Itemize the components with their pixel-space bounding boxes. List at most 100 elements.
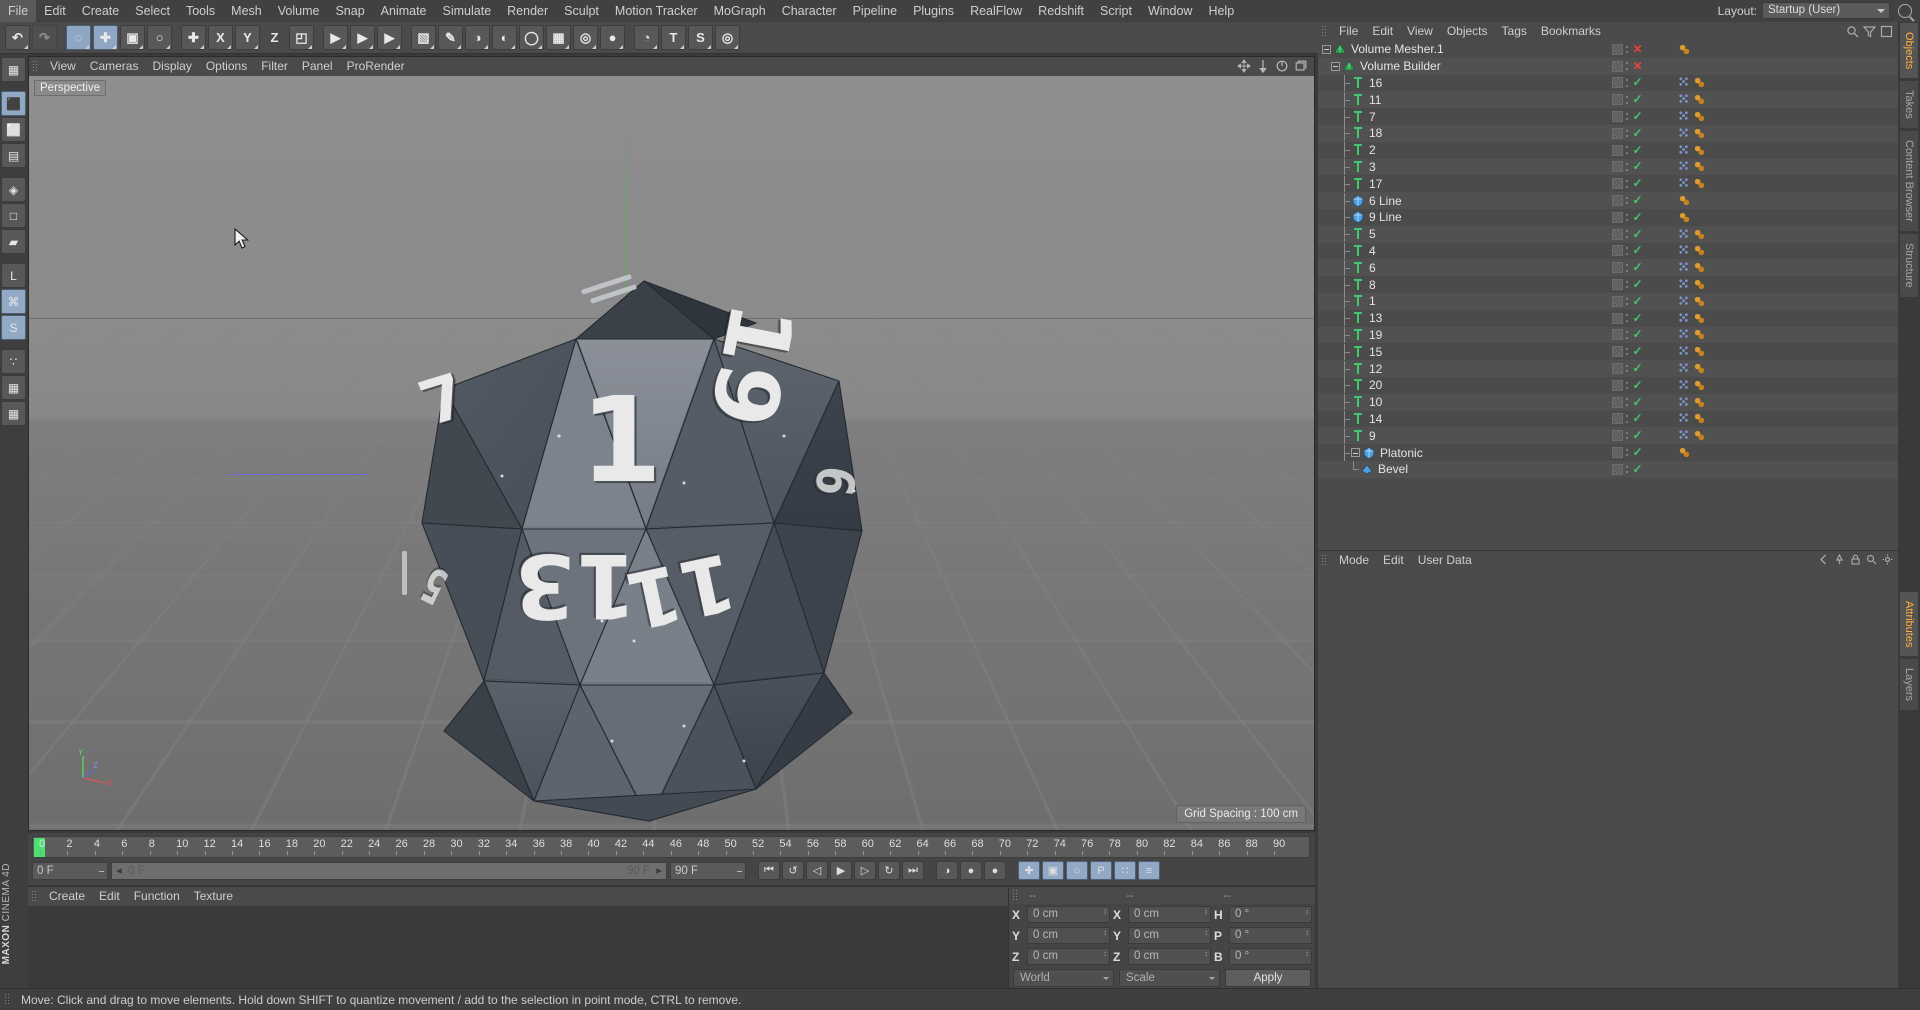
visibility-dots-icon[interactable] [1625, 145, 1629, 156]
protection-tag[interactable] [1678, 43, 1691, 56]
object-tree-row[interactable]: 9 ✓ [1318, 427, 1898, 445]
phong-tag[interactable] [1693, 312, 1706, 325]
rotation-stepper-icon[interactable]: ↕ [1305, 929, 1309, 937]
object-tree-row[interactable]: 6 ✓ [1318, 259, 1898, 277]
point-tag[interactable] [1678, 412, 1691, 425]
object-tree-row[interactable]: 13 ✓ [1318, 310, 1898, 327]
enabled-check-icon[interactable]: ✓ [1631, 127, 1644, 139]
editor-visibility-dot[interactable] [1626, 196, 1628, 199]
lock-workplane-tool[interactable]: ▦ [1, 375, 26, 400]
size-stepper-icon[interactable]: ↕ [1204, 950, 1208, 958]
light-button[interactable]: ● [600, 25, 625, 50]
object-tree-row[interactable]: 20 ✓ [1318, 377, 1898, 394]
object-tree-row[interactable]: 14 ✓ [1318, 410, 1898, 428]
world-object-coord-button[interactable]: ◰ [289, 25, 314, 50]
menu-item-animate[interactable]: Animate [373, 0, 435, 22]
point-tag[interactable] [1678, 295, 1691, 308]
render-region-button[interactable]: ▶ [350, 25, 375, 50]
layer-color-swatch[interactable] [1612, 144, 1623, 156]
phong-tag[interactable] [1693, 76, 1706, 89]
lock-y-axis-button[interactable]: Y [235, 25, 260, 50]
render-visibility-dot[interactable] [1626, 185, 1628, 188]
object-panel-grip-icon[interactable] [1321, 25, 1328, 38]
tree-expander-toggle[interactable] [1322, 44, 1331, 54]
attr-search-icon[interactable] [1866, 554, 1877, 565]
editor-visibility-dot[interactable] [1626, 264, 1628, 266]
object-tree-row[interactable]: Volume Builder ✕ [1318, 57, 1898, 75]
redo-button[interactable]: ↷ [32, 25, 57, 50]
visibility-dots-icon[interactable] [1625, 128, 1629, 139]
workplane-tool[interactable]: ▦ [1, 401, 26, 426]
phong-tag[interactable] [1693, 328, 1706, 341]
enabled-check-icon[interactable]: ✓ [1631, 228, 1644, 240]
texture-mode-tool[interactable]: ▤ [1, 143, 26, 168]
dock-tab-attributes[interactable]: Attributes [1899, 590, 1919, 658]
object-menu-bookmarks[interactable]: Bookmarks [1534, 22, 1608, 41]
object-layer-icon[interactable] [1880, 25, 1893, 38]
material-menu-function[interactable]: Function [127, 887, 187, 906]
editor-visibility-dot[interactable] [1626, 331, 1628, 334]
render-view-button[interactable]: ▶ [323, 25, 348, 50]
render-visibility-dot[interactable] [1626, 437, 1628, 440]
move-axis-button[interactable]: ✚ [181, 25, 206, 50]
autokey-button[interactable]: ◑ [936, 861, 958, 880]
phong-tag[interactable] [1693, 244, 1706, 257]
editor-visibility-dot[interactable] [1626, 431, 1628, 434]
editor-visibility-dot[interactable] [1626, 415, 1628, 418]
viewport-menu-cameras[interactable]: Cameras [83, 57, 146, 76]
phong-tag[interactable] [1693, 429, 1706, 442]
enabled-check-icon[interactable]: ✓ [1631, 76, 1644, 88]
menu-item-sculpt[interactable]: Sculpt [556, 0, 607, 22]
object-tree-row[interactable]: 5 ✓ [1318, 225, 1898, 243]
size-stepper-icon[interactable]: ↕ [1204, 929, 1208, 937]
phong-tag[interactable] [1693, 345, 1706, 358]
object-mode-tool[interactable]: ⬜ [1, 117, 26, 142]
render-visibility-dot[interactable] [1626, 454, 1628, 457]
point-tag[interactable] [1678, 261, 1691, 274]
visibility-dots-icon[interactable] [1625, 464, 1629, 475]
layer-color-swatch[interactable] [1612, 295, 1623, 307]
render-visibility-dot[interactable] [1626, 168, 1628, 171]
enabled-check-icon[interactable]: ✓ [1631, 396, 1644, 408]
phong-tag[interactable] [1693, 110, 1706, 123]
dock-tab-takes[interactable]: Takes [1899, 80, 1919, 130]
status-grip-icon[interactable] [4, 993, 11, 1006]
phong-tag[interactable] [1678, 194, 1691, 207]
visibility-dots-icon[interactable] [1625, 161, 1629, 172]
phong-tag[interactable] [1693, 93, 1706, 106]
menu-item-mesh[interactable]: Mesh [223, 0, 270, 22]
point-tag[interactable] [1678, 379, 1691, 392]
tree-expander-toggle[interactable] [1351, 448, 1360, 458]
size-x-field[interactable]: 0 cm ↕ [1128, 906, 1211, 923]
dock-tab-layers[interactable]: Layers [1899, 658, 1919, 712]
object-filter-icon[interactable] [1863, 25, 1876, 38]
layer-color-swatch[interactable] [1612, 178, 1623, 190]
layer-color-swatch[interactable] [1612, 195, 1623, 207]
object-tree-row[interactable]: 17 ✓ [1318, 175, 1898, 192]
layer-color-swatch[interactable] [1612, 262, 1623, 274]
coord-system-dropdown[interactable]: World [1013, 969, 1114, 987]
editor-visibility-dot[interactable] [1626, 297, 1628, 300]
render-visibility-dot[interactable] [1626, 118, 1628, 121]
object-tree-row[interactable]: Bevel ✓ [1318, 460, 1898, 478]
editor-visibility-dot[interactable] [1626, 280, 1628, 283]
visibility-dots-icon[interactable] [1625, 346, 1629, 357]
phong-tag[interactable] [1693, 261, 1706, 274]
rotation-b-field[interactable]: 0 ° ↕ [1229, 948, 1312, 965]
dock-tab-content-browser[interactable]: Content Browser [1899, 130, 1919, 232]
attribute-menu-user-data[interactable]: User Data [1411, 551, 1479, 570]
object-tree-row[interactable]: Volume Mesher.1 ✕ [1318, 41, 1898, 58]
dock-tab-objects[interactable]: Objects [1899, 22, 1919, 80]
coordinates-panel-grip-icon[interactable] [1012, 889, 1019, 902]
add-cube-button[interactable]: ▧ [411, 25, 436, 50]
editor-visibility-dot[interactable] [1626, 448, 1628, 451]
object-tree-row[interactable]: 16 ✓ [1318, 74, 1898, 92]
move-tool-button[interactable]: ✚ [93, 25, 118, 50]
step-back-button[interactable]: ◁ [806, 861, 828, 880]
point-tag[interactable] [1678, 76, 1691, 89]
render-visibility-dot[interactable] [1626, 353, 1628, 356]
object-tree-row[interactable]: 12 ✓ [1318, 360, 1898, 377]
menu-item-snap[interactable]: Snap [327, 0, 372, 22]
panel-grip-icon[interactable] [32, 60, 39, 73]
point-tag[interactable] [1678, 110, 1691, 123]
